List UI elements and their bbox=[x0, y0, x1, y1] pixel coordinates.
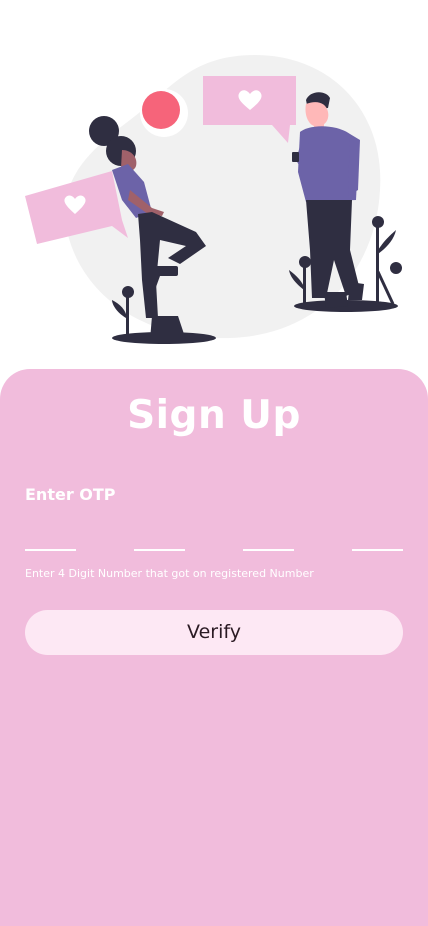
otp-digit-4[interactable] bbox=[352, 519, 403, 551]
otp-label: Enter OTP bbox=[25, 485, 116, 504]
otp-digit-1[interactable] bbox=[25, 519, 76, 551]
verify-button[interactable]: Verify bbox=[25, 610, 403, 655]
hero-illustration bbox=[0, 0, 428, 370]
otp-hint: Enter 4 Digit Number that got on registe… bbox=[25, 567, 314, 580]
signup-card: Sign Up Enter OTP Enter 4 Digit Number t… bbox=[0, 369, 428, 926]
otp-digit-2[interactable] bbox=[134, 519, 185, 551]
page-title: Sign Up bbox=[127, 393, 301, 438]
otp-digit-3[interactable] bbox=[243, 519, 294, 551]
notification-dot bbox=[140, 89, 188, 137]
otp-input-group bbox=[25, 519, 403, 551]
signup-screen: Sign Up Enter OTP Enter 4 Digit Number t… bbox=[0, 0, 428, 926]
couple-chatting-illustration bbox=[25, 55, 402, 344]
